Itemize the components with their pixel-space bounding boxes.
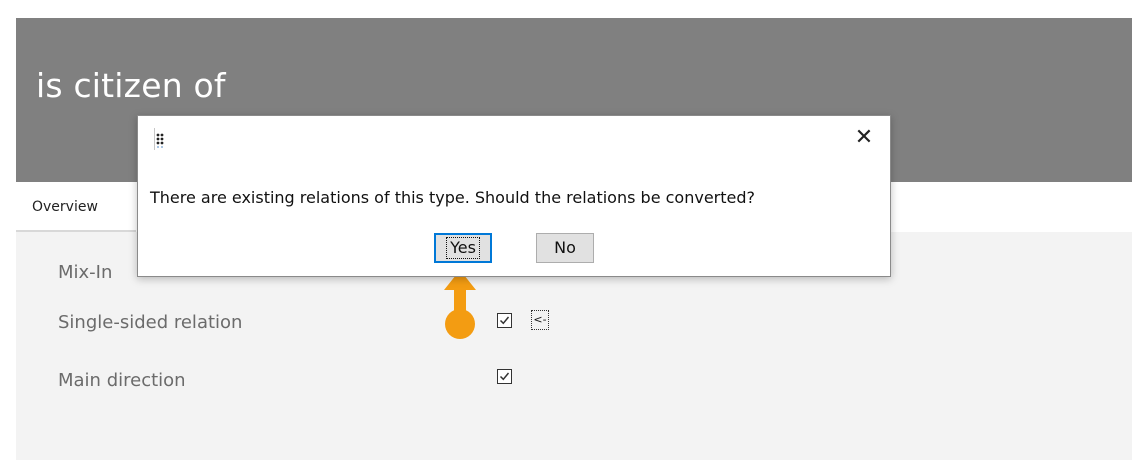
- tab-overview[interactable]: Overview: [16, 182, 136, 232]
- yes-button[interactable]: Yes: [434, 233, 492, 263]
- checkmark-icon: [499, 316, 510, 325]
- page: is citizen of Overview Mix-In Single-sid…: [0, 0, 1132, 460]
- no-button[interactable]: No: [536, 233, 594, 263]
- callout-arrow-icon: [444, 270, 476, 339]
- close-icon[interactable]: ✕: [852, 126, 876, 150]
- direction-toggle-button[interactable]: <-: [531, 310, 549, 330]
- app-icon: [154, 128, 164, 150]
- dialog-message: There are existing relations of this typ…: [150, 188, 755, 207]
- single-sided-relation-checkbox[interactable]: [497, 313, 512, 328]
- main-direction-checkbox[interactable]: [497, 369, 512, 384]
- yes-button-label: Yes: [446, 237, 480, 259]
- checkmark-icon: [499, 372, 510, 381]
- confirm-dialog: ✕ There are existing relations of this t…: [137, 115, 891, 277]
- main-direction-label: Main direction: [58, 370, 186, 391]
- single-sided-relation-label: Single-sided relation: [58, 312, 243, 333]
- mixin-label: Mix-In: [58, 262, 113, 283]
- page-title: is citizen of: [36, 66, 226, 105]
